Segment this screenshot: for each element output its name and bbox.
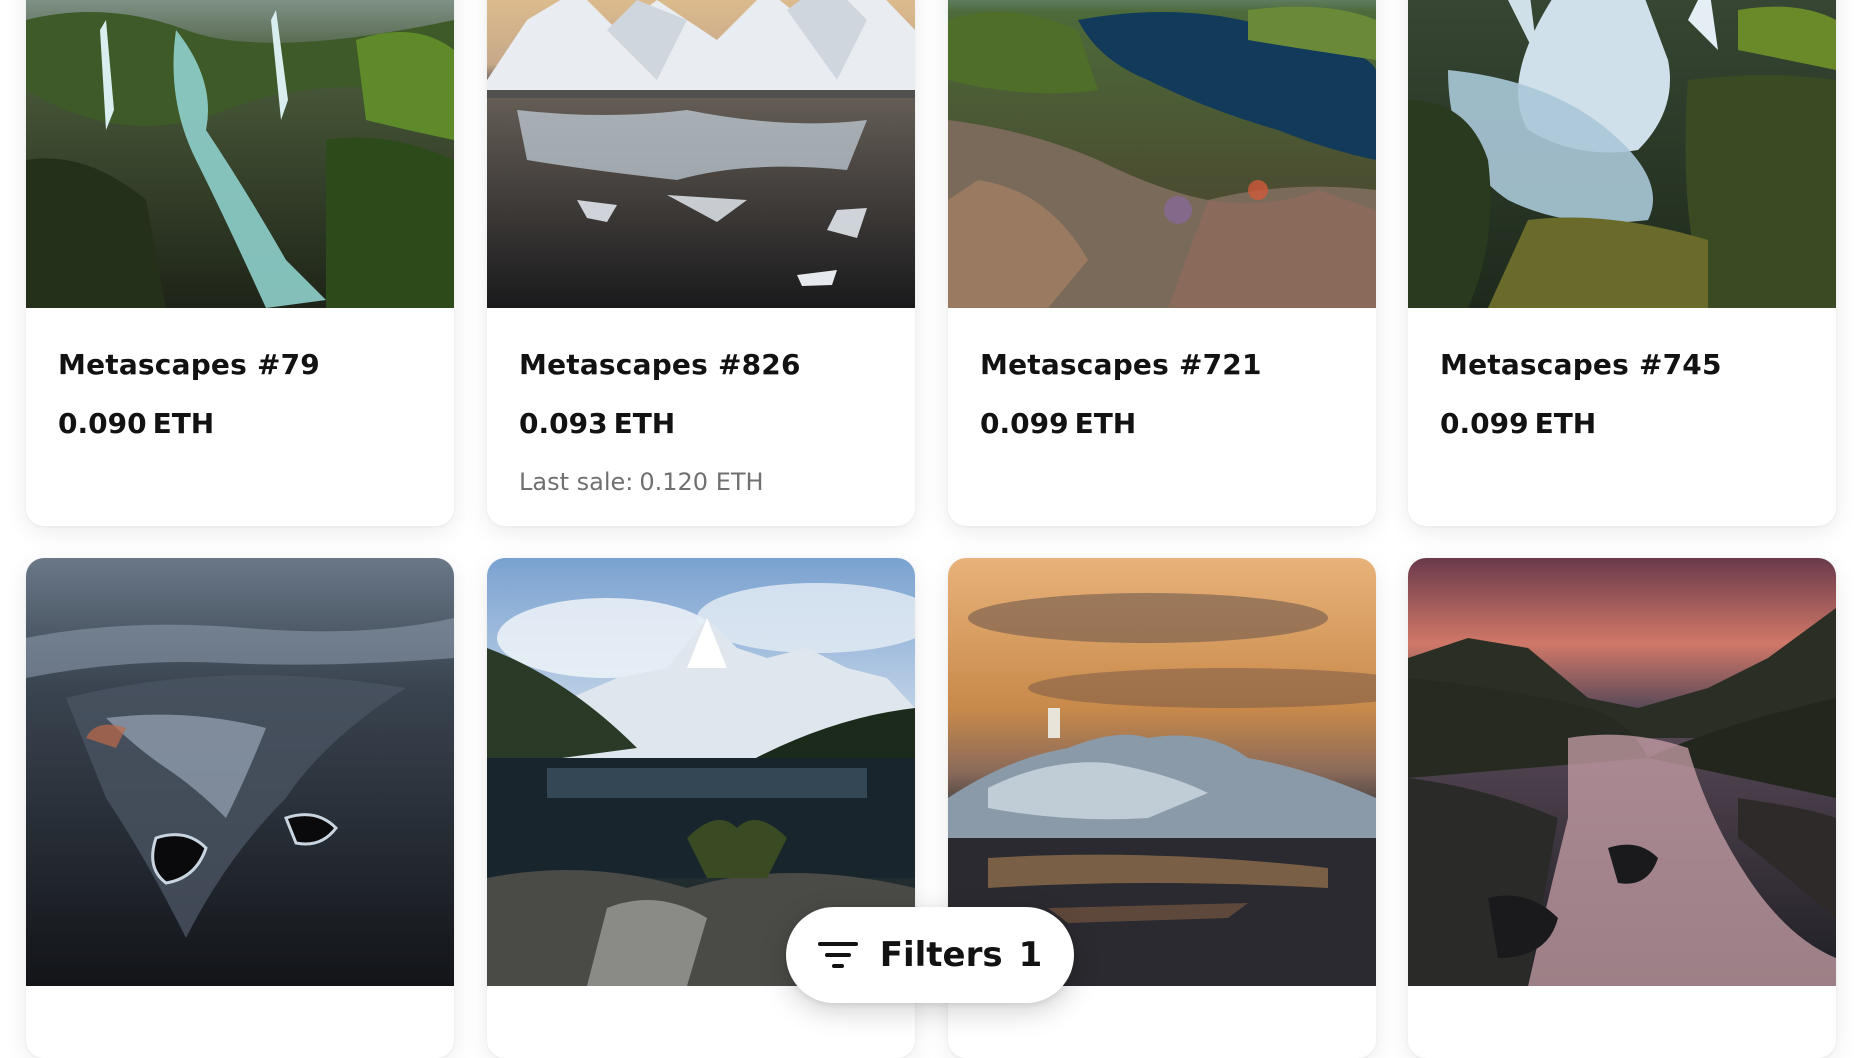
filters-button[interactable]: Filters 1 (786, 907, 1074, 1003)
filters-count-badge: 1 (1018, 935, 1043, 975)
nft-image[interactable] (1408, 0, 1836, 308)
nft-grid: Metascapes #79 0.090 ETH Metascapes #826… (0, 0, 1862, 1058)
nft-price: 0.099 ETH (1440, 407, 1597, 440)
nft-card[interactable]: Metascapes #745 0.099 ETH (1408, 0, 1836, 526)
nft-title: Metascapes #745 (1440, 348, 1722, 381)
nft-title: Metascapes #826 (519, 348, 801, 381)
nft-card[interactable] (26, 558, 454, 1058)
nft-image[interactable] (26, 558, 454, 986)
filter-icon (817, 942, 858, 968)
filters-label: Filters (879, 935, 1003, 975)
nft-card[interactable]: Metascapes #721 0.099 ETH (948, 0, 1376, 526)
nft-card[interactable]: Metascapes #79 0.090 ETH (26, 0, 454, 526)
nft-image[interactable] (1408, 558, 1836, 986)
nft-price: 0.099 ETH (980, 407, 1137, 440)
nft-image[interactable] (487, 0, 915, 308)
nft-title: Metascapes #79 (58, 348, 320, 381)
nft-card[interactable]: Metascapes #826 0.093 ETH Last sale: 0.120… (487, 0, 915, 526)
nft-price: 0.093 ETH (519, 407, 676, 440)
nft-image[interactable] (948, 0, 1376, 308)
nft-title: Metascapes #721 (980, 348, 1262, 381)
nft-price: 0.090 ETH (58, 407, 215, 440)
nft-card[interactable] (1408, 558, 1836, 1058)
last-sale: Last sale: 0.120 ETH (519, 468, 764, 496)
nft-image[interactable] (26, 0, 454, 308)
